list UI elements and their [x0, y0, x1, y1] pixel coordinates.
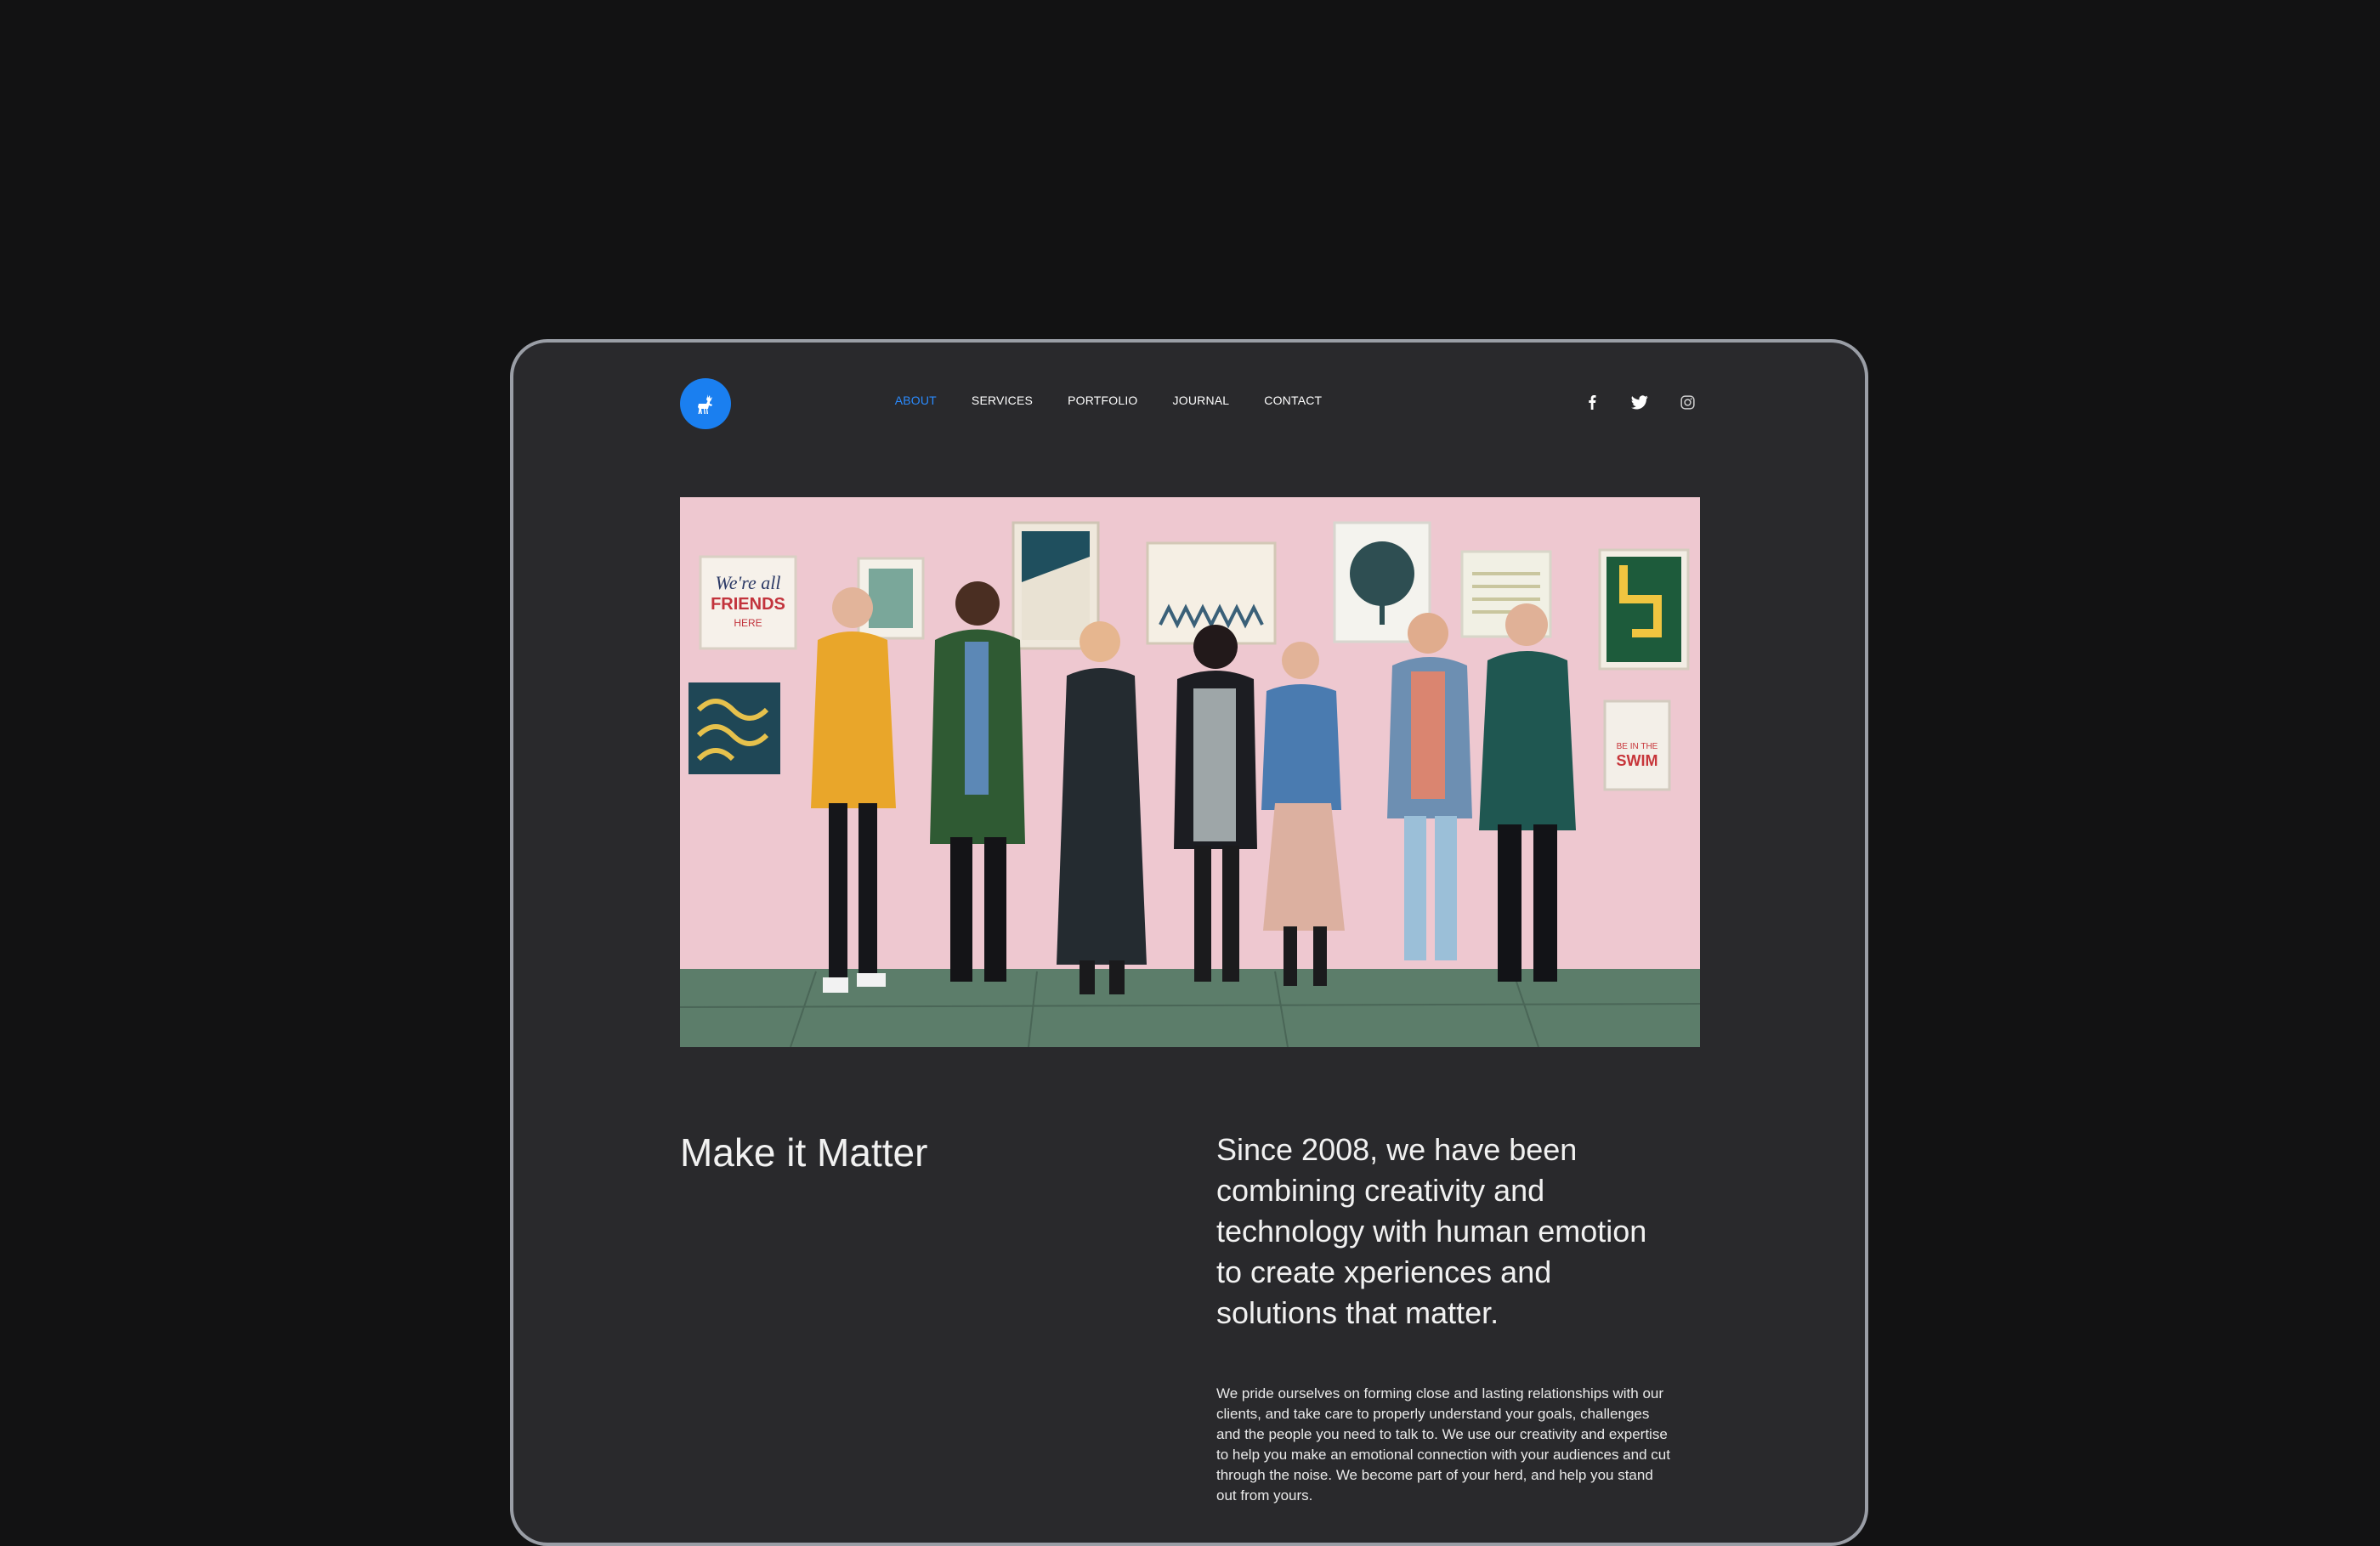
nav-about[interactable]: ABOUT	[895, 394, 937, 407]
poster-text: BE IN THE	[1617, 742, 1658, 751]
facebook-icon[interactable]	[1582, 392, 1602, 412]
deer-icon	[698, 394, 712, 414]
main-nav: ABOUT SERVICES PORTFOLIO JOURNAL CONTACT	[853, 394, 1363, 407]
poster-text: HERE	[734, 617, 762, 629]
poster-text: We're all	[715, 572, 780, 593]
nav-contact[interactable]: CONTACT	[1264, 394, 1322, 407]
brand-logo[interactable]	[680, 378, 731, 429]
device-frame: ABOUT SERVICES PORTFOLIO JOURNAL CONTACT	[510, 339, 1868, 1546]
twitter-icon[interactable]	[1629, 392, 1650, 412]
nav-portfolio[interactable]: PORTFOLIO	[1068, 394, 1137, 407]
nav-journal[interactable]: JOURNAL	[1173, 394, 1230, 407]
poster-text: FRIENDS	[711, 595, 785, 614]
instagram-icon[interactable]	[1677, 392, 1697, 412]
page-headline: Make it Matter	[680, 1130, 928, 1175]
social-links	[1582, 392, 1697, 412]
body-paragraph: We pride ourselves on forming close and …	[1216, 1385, 1670, 1504]
website-screen: ABOUT SERVICES PORTFOLIO JOURNAL CONTACT	[513, 343, 1865, 1543]
team-photo: We're all FRIENDS HERE BE IN THE SWIM	[680, 497, 1700, 1047]
nav-services[interactable]: SERVICES	[972, 394, 1033, 407]
poster-text: SWIM	[1617, 752, 1658, 769]
lead-paragraph: Since 2008, we have been combining creat…	[1216, 1132, 1647, 1330]
